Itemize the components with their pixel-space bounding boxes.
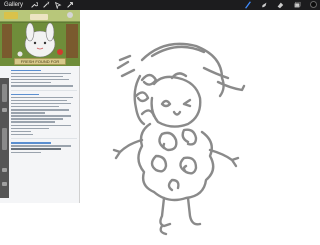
color-icon[interactable] bbox=[310, 1, 317, 8]
reference-image: FRESH FOUND FOR bbox=[0, 10, 80, 66]
gallery-button[interactable]: Gallery bbox=[4, 1, 23, 9]
smudge-icon[interactable] bbox=[260, 1, 268, 9]
reference-caption-box: FRESH FOUND FOR bbox=[14, 58, 66, 65]
layers-icon[interactable] bbox=[293, 1, 301, 9]
reference-caption: FRESH FOUND FOR bbox=[20, 59, 60, 64]
selection-icon[interactable] bbox=[54, 1, 62, 9]
transform-arrow-icon[interactable] bbox=[66, 1, 74, 9]
reference-web-text bbox=[11, 68, 77, 155]
redo-button[interactable] bbox=[2, 182, 7, 186]
reference-panel: FRESH FOUND FOR bbox=[0, 10, 80, 203]
brush-size-slider[interactable] bbox=[2, 84, 7, 102]
opacity-slider[interactable] bbox=[2, 128, 7, 150]
undo-button[interactable] bbox=[2, 168, 7, 172]
brush-icon[interactable] bbox=[244, 1, 252, 9]
eraser-icon[interactable] bbox=[276, 1, 284, 9]
magic-wand-icon[interactable] bbox=[42, 1, 50, 9]
tool-sidebar bbox=[0, 78, 9, 198]
top-toolbar: Gallery bbox=[0, 0, 320, 10]
drawing-canvas[interactable] bbox=[92, 20, 252, 240]
wrench-icon[interactable] bbox=[30, 1, 38, 9]
modify-button[interactable] bbox=[2, 108, 7, 112]
